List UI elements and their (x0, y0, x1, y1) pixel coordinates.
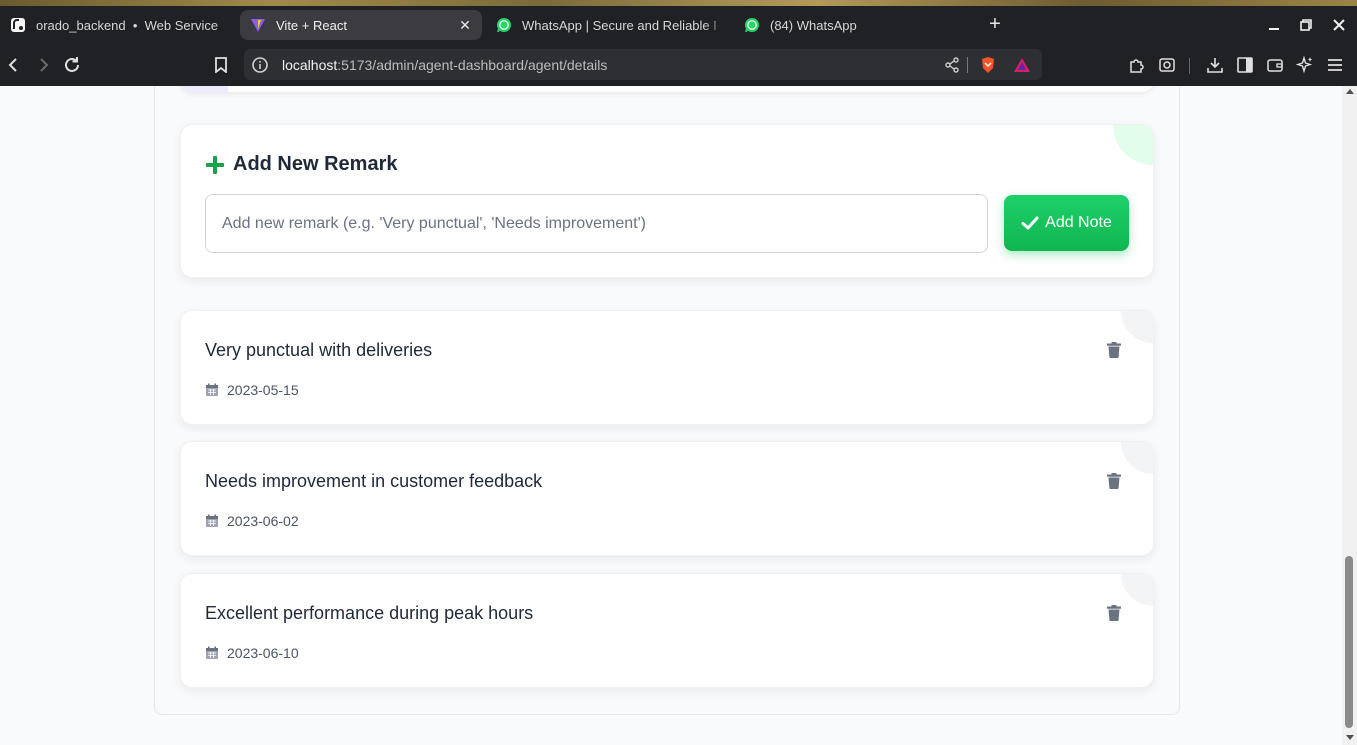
remark-card: Excellent performance during peak hours … (180, 573, 1154, 688)
remark-card: Needs improvement in customer feedback 2… (180, 441, 1154, 556)
calendar-icon (206, 383, 218, 396)
add-remark-heading: Add New Remark (205, 153, 398, 176)
minimize-icon[interactable] (1265, 16, 1283, 34)
scroll-up-arrow-icon[interactable] (1346, 89, 1354, 94)
tab-title: orado_backend • Web Service (36, 17, 219, 33)
back-icon[interactable] (4, 55, 24, 75)
plus-icon (206, 155, 224, 174)
wallet-icon[interactable] (1265, 55, 1285, 75)
tab-bar: orado_backend • Web Service Vite + React… (0, 6, 1357, 44)
add-remark-title: Add New Remark (233, 153, 398, 175)
vite-icon (250, 17, 266, 33)
remark-text: Excellent performance during peak hours (205, 603, 534, 623)
site-info-icon[interactable] (250, 55, 270, 75)
check-icon (1021, 216, 1039, 230)
tab-title: Vite + React (276, 17, 347, 33)
scroll-down-arrow-icon[interactable] (1346, 735, 1354, 740)
tab-orado-backend[interactable]: orado_backend • Web Service (0, 10, 236, 40)
remark-card: Very punctual with deliveries 2023-05-15 (180, 310, 1154, 425)
brave-shields-icon[interactable] (978, 55, 998, 75)
previous-section-card (180, 86, 1154, 92)
brave-rewards-icon[interactable] (1012, 55, 1032, 75)
tab-title: (84) WhatsApp (770, 17, 857, 33)
delete-remark-button[interactable] (1105, 604, 1123, 622)
tab-whatsapp-web[interactable]: WhatsApp | Secure and Reliable F (486, 10, 726, 40)
page-scrollbar[interactable] (1342, 86, 1357, 745)
menu-icon[interactable] (1325, 55, 1345, 75)
trash-icon (1107, 473, 1121, 489)
tab-title: WhatsApp | Secure and Reliable F (522, 17, 716, 33)
page-viewport: Add New Remark Add Note Very punctual wi… (0, 86, 1357, 745)
add-note-label: Add Note (1045, 214, 1112, 231)
screenshot-icon[interactable] (1157, 55, 1177, 75)
bookmark-icon[interactable] (211, 55, 231, 75)
calendar-icon (206, 646, 218, 659)
remark-date: 2023-06-02 (205, 513, 299, 529)
url-text: localhost:5173/admin/agent-dashboard/age… (282, 57, 608, 73)
new-tab-button[interactable]: + (984, 14, 1006, 36)
trash-icon (1107, 605, 1121, 621)
close-window-icon[interactable] (1330, 16, 1348, 34)
forward-icon[interactable] (33, 55, 53, 75)
address-bar[interactable]: localhost:5173/admin/agent-dashboard/age… (244, 49, 1042, 80)
remark-input[interactable] (205, 194, 988, 253)
remark-date: 2023-05-15 (205, 382, 299, 398)
delete-remark-button[interactable] (1105, 472, 1123, 490)
trash-icon (1107, 342, 1121, 358)
tab-vite-react[interactable]: Vite + React ✕ (240, 10, 482, 40)
scrollbar-thumb[interactable] (1345, 556, 1353, 728)
restore-icon[interactable] (1297, 16, 1315, 34)
delete-remark-button[interactable] (1105, 341, 1123, 359)
tab-whatsapp-chat[interactable]: (84) WhatsApp (734, 10, 974, 40)
sidebar-icon[interactable] (1235, 55, 1255, 75)
share-icon[interactable] (942, 55, 962, 75)
remark-text: Very punctual with deliveries (205, 340, 433, 360)
browser-toolbar: localhost:5173/admin/agent-dashboard/age… (0, 44, 1357, 86)
browser-chrome: orado_backend • Web Service Vite + React… (0, 0, 1357, 86)
reload-icon[interactable] (62, 55, 82, 75)
add-note-button[interactable]: Add Note (1004, 195, 1129, 251)
close-tab-icon[interactable]: ✕ (458, 18, 472, 32)
whatsapp-icon (744, 17, 760, 33)
whatsapp-icon (496, 17, 512, 33)
remark-date: 2023-06-10 (205, 645, 299, 661)
add-remark-card: Add New Remark Add Note (180, 124, 1154, 278)
extensions-icon[interactable] (1127, 55, 1147, 75)
render-icon (10, 17, 26, 33)
download-icon[interactable] (1205, 55, 1225, 75)
remark-text: Needs improvement in customer feedback (205, 471, 543, 491)
calendar-icon (206, 514, 218, 527)
leo-ai-icon[interactable] (1295, 55, 1315, 75)
